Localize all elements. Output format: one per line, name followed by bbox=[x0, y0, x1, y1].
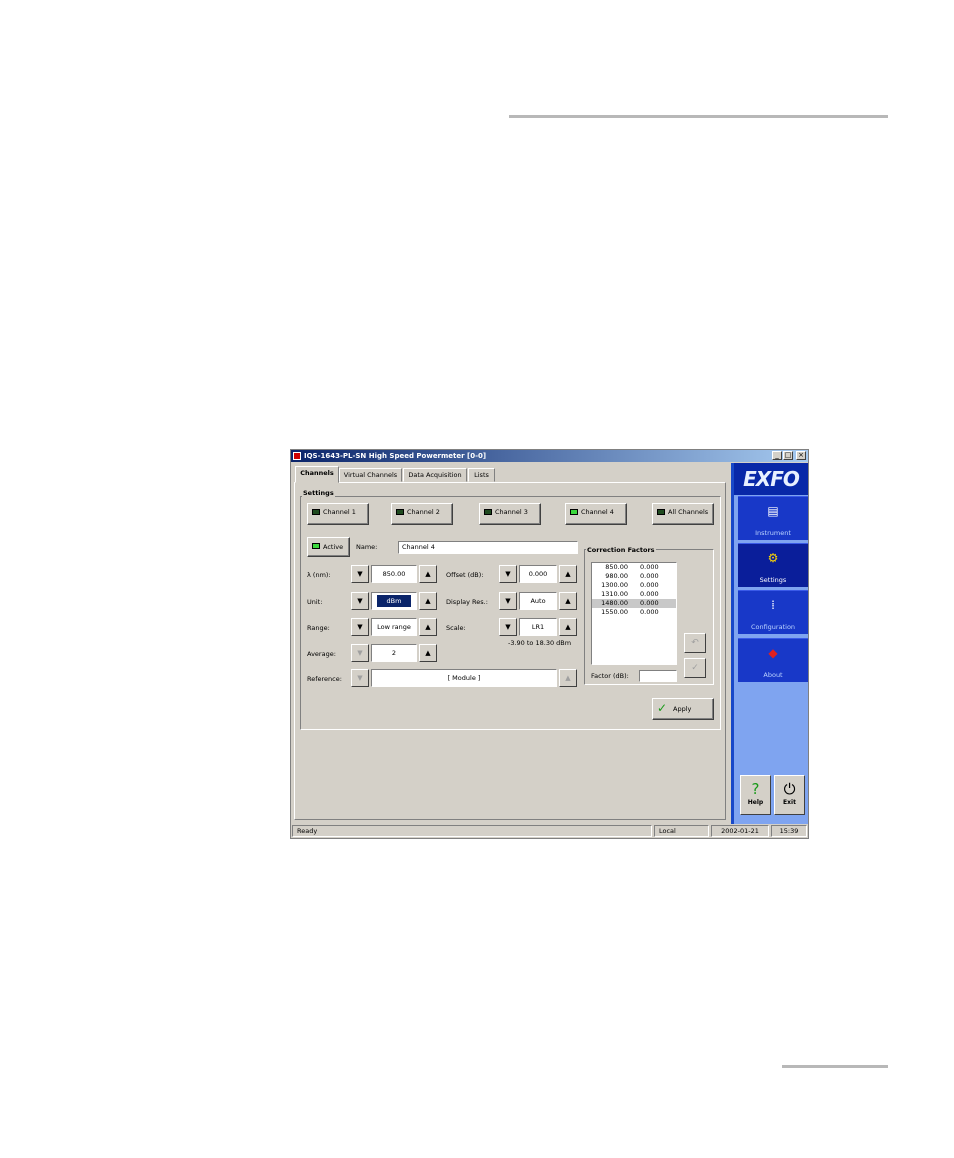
channel-4-button[interactable]: Channel 4 bbox=[565, 503, 627, 525]
range-up-button[interactable]: ▲ bbox=[419, 618, 437, 636]
window-title: IQS-1643-PL-SN High Speed Powermeter [0-… bbox=[304, 452, 487, 460]
factor-input[interactable] bbox=[639, 670, 677, 682]
channel-2-button[interactable]: Channel 2 bbox=[391, 503, 453, 525]
scale-down-button[interactable]: ▼ bbox=[499, 618, 517, 636]
sidebar-item-configuration[interactable]: ⁞ Configuration bbox=[738, 590, 808, 634]
about-icon: ◆ bbox=[768, 646, 778, 660]
list-item[interactable]: 1550.00 0.000 bbox=[592, 608, 676, 617]
header-rule bbox=[509, 115, 888, 118]
exfo-logo: EXFO bbox=[734, 463, 808, 495]
minimize-button[interactable]: _ bbox=[772, 451, 782, 460]
display-res-down-button[interactable]: ▼ bbox=[499, 592, 517, 610]
average-field[interactable]: 2 bbox=[371, 644, 417, 662]
settings-group-label: Settings bbox=[302, 489, 335, 497]
app-window: IQS-1643-PL-SN High Speed Powermeter [0-… bbox=[290, 449, 809, 839]
display-res-up-button[interactable]: ▲ bbox=[559, 592, 577, 610]
wavelength-label: λ (nm): bbox=[307, 571, 331, 579]
footer-rule bbox=[782, 1065, 888, 1068]
scale-label: Scale: bbox=[446, 624, 466, 632]
unit-value: dBm bbox=[376, 595, 412, 607]
reference-field[interactable]: [ Module ] bbox=[371, 669, 557, 687]
wavelength-up-button[interactable]: ▲ bbox=[419, 565, 437, 583]
channel-1-button[interactable]: Channel 1 bbox=[307, 503, 369, 525]
scale-range-text: -3.90 to 18.30 dBm bbox=[508, 639, 572, 647]
help-icon: ? bbox=[751, 780, 760, 798]
undo-icon[interactable]: ↶ bbox=[684, 633, 706, 653]
range-field[interactable]: Low range bbox=[371, 618, 417, 636]
name-label: Name: bbox=[356, 543, 378, 551]
unit-up-button[interactable]: ▲ bbox=[419, 592, 437, 610]
sidebar-item-about[interactable]: ◆ About bbox=[738, 638, 808, 682]
unit-label: Unit: bbox=[307, 598, 323, 606]
display-res-label: Display Res.: bbox=[446, 598, 488, 606]
scale-field[interactable]: LR1 bbox=[519, 618, 557, 636]
name-input[interactable]: Channel 4 bbox=[398, 541, 578, 554]
sidebar-item-instrument[interactable]: ▤ Instrument bbox=[738, 496, 808, 540]
status-date: 2002-01-21 bbox=[711, 825, 769, 837]
channel-4-led bbox=[570, 509, 578, 515]
help-button[interactable]: ? Help bbox=[740, 775, 771, 815]
tab-data-acquisition[interactable]: Data Acquisition bbox=[403, 468, 467, 482]
channel-2-led bbox=[396, 509, 404, 515]
average-up-button[interactable]: ▲ bbox=[419, 644, 437, 662]
settings-icon: ⚙ bbox=[767, 551, 779, 565]
list-item[interactable]: 1310.00 0.000 bbox=[592, 590, 676, 599]
sidebar-item-settings[interactable]: ⚙ Settings bbox=[738, 543, 808, 587]
power-icon: ⏻ bbox=[783, 780, 796, 798]
app-icon bbox=[293, 452, 301, 460]
title-bar: IQS-1643-PL-SN High Speed Powermeter [0-… bbox=[291, 450, 808, 462]
apply-check-icon: ✓ bbox=[657, 701, 668, 715]
check-icon[interactable]: ✓ bbox=[684, 658, 706, 678]
list-item-selected[interactable]: 1480.00 0.000 bbox=[592, 599, 676, 608]
exit-button[interactable]: ⏻ Exit bbox=[774, 775, 805, 815]
tab-lists[interactable]: Lists bbox=[468, 468, 495, 482]
reference-up-button[interactable]: ▲ bbox=[559, 669, 577, 687]
list-item[interactable]: 980.00 0.000 bbox=[592, 572, 676, 581]
channel-3-button[interactable]: Channel 3 bbox=[479, 503, 541, 525]
wavelength-down-button[interactable]: ▼ bbox=[351, 565, 369, 583]
tab-channels[interactable]: Channels bbox=[295, 466, 339, 483]
instrument-icon: ▤ bbox=[767, 504, 779, 518]
correction-factors-label: Correction Factors bbox=[586, 546, 656, 554]
offset-label: Offset (dB): bbox=[446, 571, 484, 579]
close-button[interactable]: × bbox=[796, 451, 806, 460]
tab-virtual-channels[interactable]: Virtual Channels bbox=[339, 468, 402, 482]
range-down-button[interactable]: ▼ bbox=[351, 618, 369, 636]
offset-field[interactable]: 0.000 bbox=[519, 565, 557, 583]
all-channels-led bbox=[657, 509, 665, 515]
scale-up-button[interactable]: ▲ bbox=[559, 618, 577, 636]
active-toggle-button[interactable]: Active bbox=[307, 537, 350, 557]
reference-label: Reference: bbox=[307, 675, 342, 683]
active-led bbox=[312, 543, 320, 549]
wavelength-field[interactable]: 850.00 bbox=[371, 565, 417, 583]
configuration-icon: ⁞ bbox=[771, 598, 775, 612]
range-label: Range: bbox=[307, 624, 330, 632]
channels-panel: Settings Channel 1 Channel 2 Channel 3 C… bbox=[294, 482, 726, 820]
channel-1-led bbox=[312, 509, 320, 515]
offset-up-button[interactable]: ▲ bbox=[559, 565, 577, 583]
status-bar: Ready Local 2002-01-21 15:39 bbox=[291, 824, 808, 838]
average-label: Average: bbox=[307, 650, 336, 658]
factor-label: Factor (dB): bbox=[591, 672, 629, 680]
list-item[interactable]: 850.00 0.000 bbox=[592, 563, 676, 572]
list-item[interactable]: 1300.00 0.000 bbox=[592, 581, 676, 590]
status-time: 15:39 bbox=[771, 825, 807, 837]
sidebar: EXFO ▤ Instrument ⚙ Settings ⁞ Configuratio… bbox=[731, 463, 808, 825]
offset-down-button[interactable]: ▼ bbox=[499, 565, 517, 583]
channel-3-led bbox=[484, 509, 492, 515]
status-mode: Local bbox=[654, 825, 709, 837]
unit-field[interactable]: dBm bbox=[371, 592, 417, 610]
display-res-field[interactable]: Auto bbox=[519, 592, 557, 610]
maximize-button[interactable]: □ bbox=[783, 451, 793, 460]
unit-down-button[interactable]: ▼ bbox=[351, 592, 369, 610]
correction-factors-list[interactable]: 850.00 0.000 980.00 0.000 1300.00 0.000 131… bbox=[591, 562, 677, 665]
reference-down-button[interactable]: ▼ bbox=[351, 669, 369, 687]
average-down-button[interactable]: ▼ bbox=[351, 644, 369, 662]
apply-button[interactable]: ✓ Apply bbox=[652, 698, 714, 720]
all-channels-button[interactable]: All Channels bbox=[652, 503, 714, 525]
status-text: Ready bbox=[292, 825, 652, 837]
